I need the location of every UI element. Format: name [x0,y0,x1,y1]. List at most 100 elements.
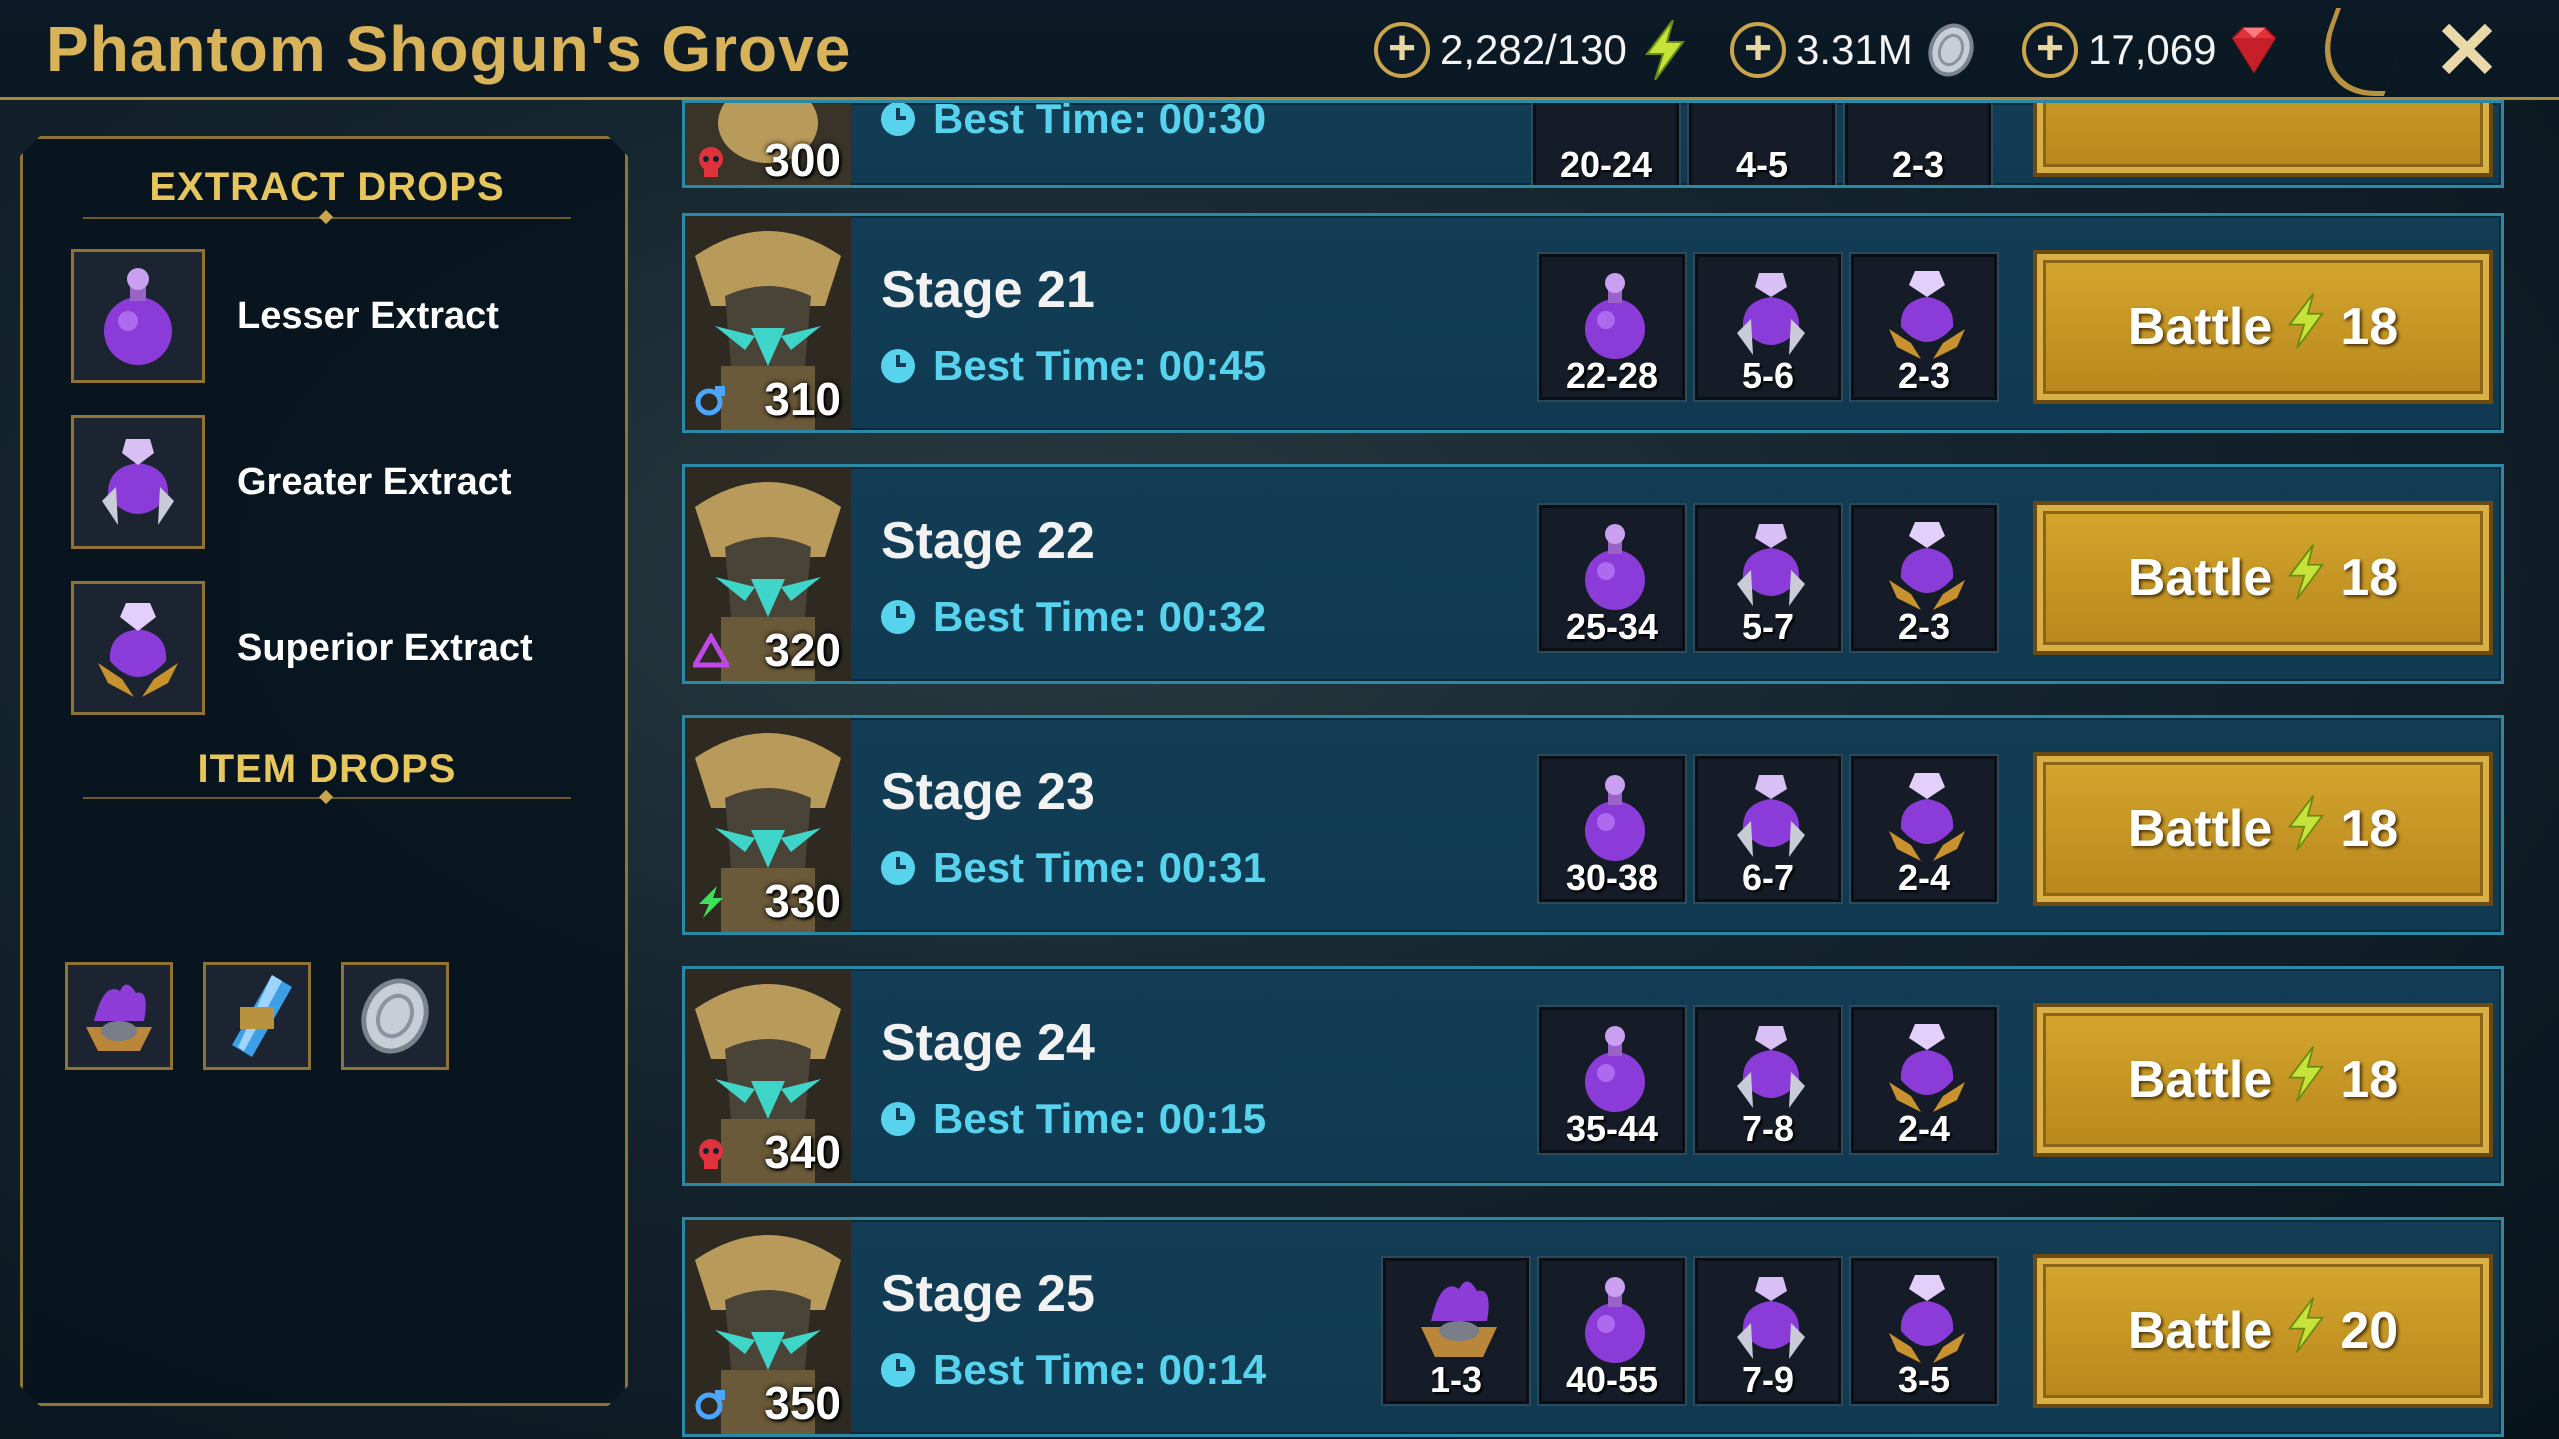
battle-label: Battle [2127,1051,2273,1109]
extract-drop-greater[interactable]: Greater Extract [71,415,512,549]
greater-extract-icon [71,415,205,549]
add-gems-button[interactable]: + [2022,22,2078,78]
gems-value: 17,069 [2088,26,2217,73]
extract-drop-lesser[interactable]: Lesser Extract [71,249,499,383]
extract-drops-heading: EXTRACT DROPS [149,165,505,209]
greater-extract-icon [1737,524,1805,606]
superior-extract-icon [1889,1275,1965,1363]
lesser-extract-label: Lesser Extract [237,294,499,337]
superior-extract-icon [1889,773,1965,861]
stage-card-22[interactable]: 320 Stage 22 Best Time: 00:32 25-34 5-7 … [682,464,2504,684]
best-time: Best Time: 00:45 [881,342,1266,390]
reward-greater-extract[interactable]: 4-5 [1689,103,1835,185]
force-affinity-icon [699,1139,723,1169]
reward-greater-extract[interactable]: 7-9 [1695,1258,1841,1404]
silver-coin-icon [1921,20,1981,80]
reward-quantity: 2-3 [1891,144,1945,185]
stage-card-25[interactable]: 350 Stage 25 Best Time: 00:14 1-3 40-55 … [682,1217,2504,1437]
energy-cost: 20 [2340,1302,2399,1360]
energy-icon [1635,20,1695,80]
boss-portrait: 350 [685,1220,851,1434]
energy-icon [2286,1044,2326,1117]
reward-superior-extract[interactable]: 3-5 [1851,1258,1997,1404]
clock-icon [881,1353,915,1387]
stage-card-23[interactable]: 330 Stage 23 Best Time: 00:31 30-38 6-7 … [682,715,2504,935]
reward-artifact[interactable]: 1-3 [1383,1258,1529,1404]
best-time-text: Best Time: 00:30 [933,100,1267,142]
battle-button[interactable]: Battle 18 [2033,501,2493,655]
stage-title: Stage 22 [881,512,1095,570]
stage-card-24[interactable]: 340 Stage 24 Best Time: 00:15 35-44 7-8 … [682,966,2504,1186]
artifact-icon [1421,1281,1497,1357]
energy-cost: 18 [2340,549,2399,607]
close-button[interactable]: ✕ [2422,6,2512,96]
battle-label: Battle [2127,1302,2273,1360]
battle-button[interactable]: Battle 18 [2033,752,2493,906]
reward-lesser-extract[interactable]: 22-28 [1539,254,1685,400]
silver-coin-icon[interactable] [341,962,449,1070]
stage-card-21[interactable]: 310 Stage 21 Best Time: 00:45 22-28 5-6 … [682,213,2504,433]
reward-quantity: 4-5 [1735,144,1789,185]
best-time: Best Time: 00:30 [881,100,1267,143]
greater-extract-icon [1737,1277,1805,1359]
reward-lesser-extract[interactable]: 30-38 [1539,756,1685,902]
greater-extract-icon [1737,273,1805,355]
add-silver-button[interactable]: + [1730,22,1786,78]
reward-greater-extract[interactable]: 5-7 [1695,505,1841,651]
champion-shard-icon[interactable] [203,962,311,1070]
reward-quantity: 3-5 [1897,1359,1951,1400]
energy-cost: 18 [2340,800,2399,858]
page-title: Phantom Shogun's Grove [46,13,852,85]
best-time: Best Time: 00:32 [881,593,1266,641]
energy-icon [2286,542,2326,615]
add-energy-button[interactable]: + [1374,22,1430,78]
reward-greater-extract[interactable]: 5-6 [1695,254,1841,400]
reward-lesser-extract[interactable]: 40-55 [1539,1258,1685,1404]
clock-icon [881,103,915,136]
reward-superior-extract[interactable]: 2-3 [1851,254,1997,400]
greater-extract-label: Greater Extract [237,460,512,503]
reward-quantity: 2-3 [1897,355,1951,396]
reward-quantity: 5-6 [1741,355,1795,396]
clock-icon [881,600,915,634]
superior-extract-label: Superior Extract [237,626,533,669]
reward-greater-extract[interactable]: 7-8 [1695,1007,1841,1153]
battle-button[interactable]: Battle 18 [2033,250,2493,404]
reward-lesser-extract[interactable]: 20-24 [1533,103,1679,185]
stage-title: Stage 21 [881,261,1095,319]
superior-extract-icon [1889,522,1965,610]
reward-superior-extract[interactable]: 2-4 [1851,1007,1997,1153]
reward-greater-extract[interactable]: 6-7 [1695,756,1841,902]
magic-affinity-icon [695,386,725,416]
top-bar: Phantom Shogun's Grove + 2,282/130 + 3.3… [0,0,2559,100]
energy-icon [2286,793,2326,866]
gems-resource: + 17,069 [2022,18,2284,82]
magic-affinity-icon [695,1390,725,1420]
boss-portrait: 340 [685,969,851,1183]
battle-button[interactable] [2033,103,2493,177]
boss-level: 320 [764,624,841,676]
battle-button[interactable]: Battle 18 [2033,1003,2493,1157]
reward-superior-extract[interactable]: 2-4 [1851,756,1997,902]
battle-label: Battle [2127,298,2273,356]
ruby-gem-icon [2224,20,2284,80]
boss-level: 350 [764,1377,841,1429]
reward-lesser-extract[interactable]: 25-34 [1539,505,1685,651]
battle-button[interactable]: Battle 20 [2033,1254,2493,1408]
extract-drop-superior[interactable]: Superior Extract [71,581,533,715]
void-affinity-icon [693,633,729,668]
battle-label: Battle [2127,800,2273,858]
reward-superior-extract[interactable]: 2-3 [1851,505,1997,651]
artifact-icon[interactable] [65,962,173,1070]
lesser-extract-icon [1585,1277,1645,1363]
lesser-extract-icon [1585,524,1645,610]
reward-superior-extract[interactable]: 2-3 [1845,103,1991,185]
greater-extract-icon [1737,775,1805,857]
best-time: Best Time: 00:15 [881,1095,1266,1143]
superior-extract-icon [71,581,205,715]
reward-quantity: 35-44 [1565,1108,1659,1149]
reward-quantity: 40-55 [1565,1359,1659,1400]
reward-lesser-extract[interactable]: 35-44 [1539,1007,1685,1153]
reward-quantity: 25-34 [1565,606,1659,647]
stage-card-partial[interactable]: 300 Best Time: 00:30 20-24 4-5 2-3 [682,100,2504,188]
